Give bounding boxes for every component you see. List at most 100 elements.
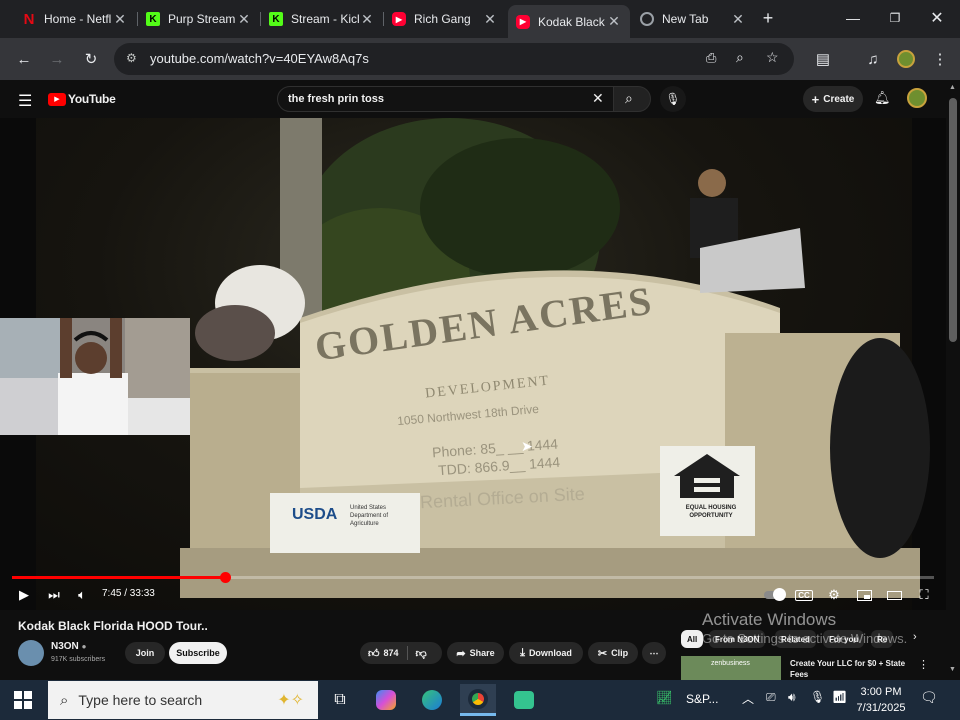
volume-button[interactable]: 🔈︎ [72,586,92,604]
like-button[interactable]: 👍︎ 874 [368,647,399,660]
voice-search-button[interactable]: 🎙 [660,86,686,112]
taskbar-search-box[interactable]: ⌕ Type here to search ✦✧ [48,681,318,719]
close-icon[interactable]: ✕ [730,11,746,28]
browser-menu-icon[interactable]: ⋮ [929,48,951,70]
tab-kodak-black[interactable]: ▶ Kodak Black ✕ [508,5,630,38]
chevron-up-icon[interactable]: ︿ [742,690,754,707]
site-info-icon[interactable]: ⚙ [126,51,137,65]
close-icon[interactable]: ✕ [359,11,375,28]
verified-icon: ● [81,642,87,651]
scrollbar-thumb[interactable] [949,98,957,342]
next-button[interactable]: ⏭ [44,586,64,604]
notifications-bell-icon[interactable]: 🔔︎ [874,90,891,106]
create-button[interactable]: + Create [803,86,863,112]
close-icon[interactable]: ✕ [112,11,128,28]
tab-netflix[interactable]: N Home - Netflix ✕ [14,5,136,33]
taskbar-search-placeholder: Type here to search [78,692,203,708]
system-clock[interactable]: 3:00 PM 7/31/2025 [856,684,906,716]
theater-mode-button[interactable] [884,586,904,604]
close-icon[interactable]: ✕ [482,11,498,28]
close-icon[interactable]: ✕ [606,13,622,30]
page-scrollbar[interactable]: ▲ ▼ [946,80,960,680]
autoplay-toggle[interactable] [762,586,786,604]
windows-start-icon[interactable] [14,691,32,709]
chevron-right-icon[interactable]: › [913,631,917,643]
bookmark-star-icon[interactable]: ☆ [766,49,779,66]
fullscreen-button[interactable]: ⛶ [914,586,934,604]
task-view-icon[interactable]: ⧉ [322,684,358,716]
gear-icon: ⚙ [828,587,840,602]
install-app-icon[interactable]: ⎙ [706,50,716,66]
profile-avatar[interactable] [895,48,917,70]
join-button[interactable]: Join [125,642,165,664]
ad-thumbnail[interactable]: zenbusiness [681,656,781,680]
tab-stream-kick[interactable]: K Stream - Kick ✕ [261,5,383,33]
share-label: Share [469,648,495,658]
new-tab-button[interactable]: + [750,4,786,32]
time-display: 7:45 / 33:33 [102,588,155,599]
copilot-icon[interactable] [368,684,404,716]
settings-button[interactable]: ⚙ [824,586,844,604]
subscribe-button[interactable]: Subscribe [169,642,227,664]
miniplayer-button[interactable] [854,586,874,604]
edge-icon[interactable] [414,684,450,716]
channel-name[interactable]: N3ON ● [51,641,86,652]
tab-purp-stream[interactable]: K Purp Stream ✕ [138,5,260,33]
ad-title[interactable]: Create Your LLC for $0 + State Fees [790,658,915,680]
youtube-logo[interactable]: ▶ YouTube [48,92,116,106]
restore-button[interactable]: ❐ [874,4,916,32]
download-icon: ⤓ [520,646,525,659]
wifi-icon[interactable]: 📶︎ [832,690,847,704]
stock-widget-label[interactable]: S&P... [686,692,718,706]
download-button[interactable]: ⤓ Download [509,642,583,664]
media-control-icon[interactable]: ♫ [862,48,884,70]
tab-new-tab[interactable]: New Tab ✕ [632,5,754,33]
chrome-taskbar-icon[interactable] [460,684,496,716]
notification-center-icon[interactable]: 🗨︎ [920,689,938,706]
youtube-header: ☰ ▶ YouTube the fresh prin toss ✕ ⌕ 🎙 + … [0,80,960,118]
tab-rich-gang[interactable]: ▶ Rich Gang ✕ [384,5,506,33]
channel-avatar[interactable] [18,640,44,666]
clip-button[interactable]: ✂ Clip [588,642,638,664]
plus-icon: + [811,91,820,107]
close-icon[interactable]: ✕ [236,11,252,28]
search-icon: ⌕ [60,691,69,709]
forward-icon[interactable]: → [46,48,68,70]
tab-title: Purp Stream [168,12,236,26]
zoom-icon[interactable]: ⌕ [736,49,744,66]
next-icon: ⏭ [48,587,60,602]
hamburger-menu-icon[interactable]: ☰ [18,91,32,111]
ad-menu-icon[interactable]: ⋮ [918,658,929,671]
subtitles-button[interactable]: CC [794,586,814,604]
reload-icon[interactable]: ↻ [80,48,102,70]
speaker-icon[interactable]: 🔊︎ [788,690,796,705]
usda-text: United States Department of Agriculture [350,505,389,527]
close-window-button[interactable]: ✕ [916,4,958,32]
play-button[interactable]: ▶ [14,586,34,604]
account-avatar[interactable] [907,88,927,108]
clear-search-icon[interactable]: ✕ [592,90,604,107]
chip-all[interactable]: All [681,630,704,648]
tab-search-icon[interactable]: ▤ [812,48,834,70]
tab-title: Stream - Kick [291,12,359,26]
scroll-up-icon[interactable]: ▲ [949,84,956,91]
minimize-button[interactable]: — [832,4,874,32]
microphone-icon[interactable]: 🎙 [810,690,825,704]
phone-link-icon[interactable] [506,684,542,716]
scroll-down-icon[interactable]: ▼ [949,666,956,673]
equal-housing-logo [672,452,742,500]
address-bar[interactable]: ⚙ youtube.com/watch?v=40EYAw8Aq7s ⎙ ⌕ ☆ [114,43,794,75]
equal-housing-text: EQUAL HOUSING OPPORTUNITY [685,505,737,519]
search-button[interactable]: ⌕ [613,86,651,112]
kick-icon: K [146,12,160,26]
video-progress-bar[interactable] [12,572,934,583]
dislike-button[interactable]: 👎︎ [416,647,427,660]
search-input[interactable]: the fresh prin toss ✕ [277,86,614,112]
back-icon[interactable]: ← [13,48,35,70]
fullscreen-icon: ⛶ [919,587,929,602]
browser-tab-strip: N Home - Netflix ✕ K Purp Stream ✕ K Str… [0,0,960,38]
share-button[interactable]: ➦ Share [447,642,504,664]
usda-logo: USDA [292,506,338,523]
more-actions-button[interactable]: ⋯ [642,642,666,664]
device-icon[interactable]: ⎚ [766,690,776,705]
